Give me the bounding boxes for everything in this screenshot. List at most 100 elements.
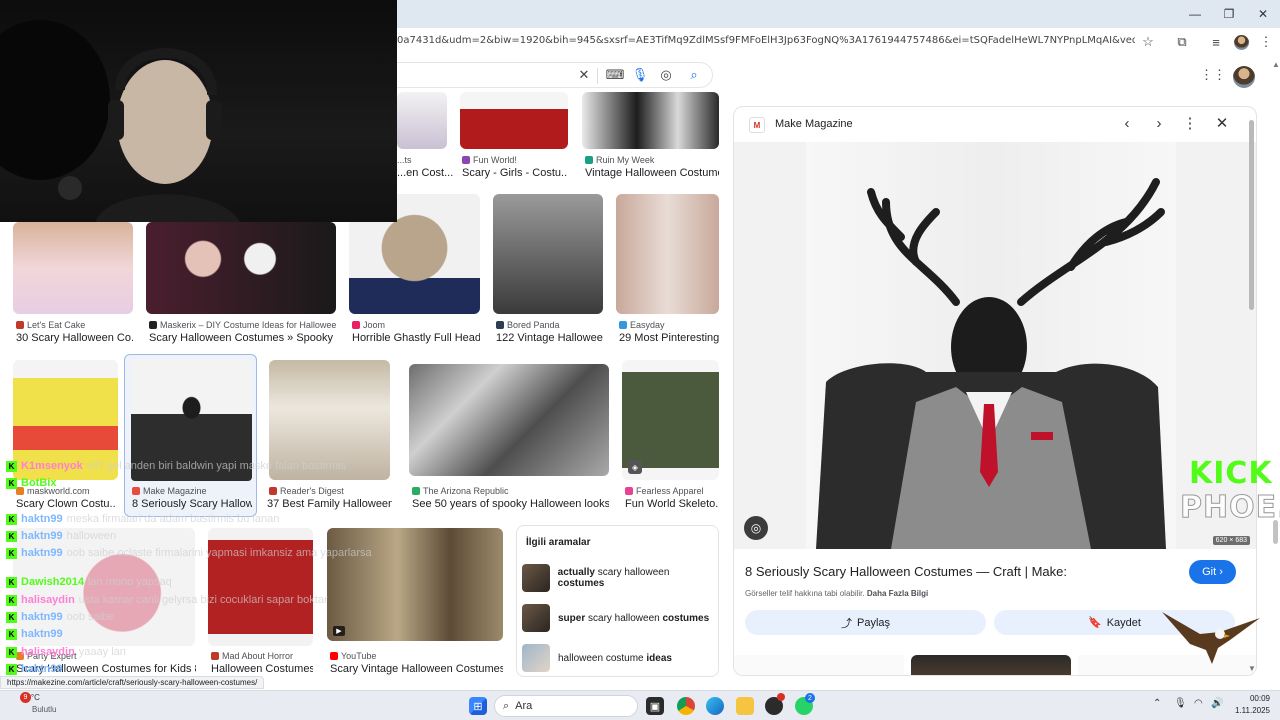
chrome-icon[interactable] bbox=[677, 697, 695, 715]
image-source: Reader's Digest bbox=[269, 486, 390, 496]
close-preview-icon[interactable]: ✕ bbox=[1212, 113, 1232, 133]
profile-avatar[interactable] bbox=[1234, 35, 1249, 50]
microphone-icon[interactable]: 🎙 bbox=[1174, 698, 1187, 709]
related-search-item[interactable]: actually scary halloween costumes bbox=[522, 563, 717, 593]
image-title[interactable]: See 50 years of spooky Halloween looks i… bbox=[412, 498, 609, 510]
chat-message: K K1msenyok all? gel anden biri baldwin ya… bbox=[6, 460, 346, 472]
edge-icon[interactable] bbox=[706, 697, 724, 715]
page-scroll-up[interactable]: ▲ bbox=[1272, 60, 1280, 69]
clock-time[interactable]: 00:09 bbox=[1230, 694, 1270, 703]
image-title[interactable]: Halloween Costumes... bbox=[211, 663, 313, 675]
lens-icon[interactable]: ◎ bbox=[656, 65, 676, 85]
tray-overflow-icon[interactable]: ⌃ bbox=[1153, 698, 1161, 709]
bookmark-star-icon[interactable]: ☆ bbox=[1138, 32, 1158, 52]
chat-message: Khalisaydin usta kamar canli gelyrsa bizi… bbox=[6, 594, 328, 606]
clear-search-icon[interactable]: ✕ bbox=[574, 65, 594, 85]
image-result-thumb[interactable] bbox=[208, 528, 313, 646]
image-title[interactable]: 122 Vintage Hallowee... bbox=[496, 332, 603, 344]
panel-scrollbar[interactable] bbox=[1249, 120, 1254, 310]
image-source: Let's Eat Cake bbox=[16, 320, 133, 330]
google-account-avatar[interactable] bbox=[1233, 66, 1255, 88]
preview-image bbox=[816, 178, 1166, 549]
related-image-thumb[interactable] bbox=[911, 655, 1071, 675]
image-source: The Arizona Republic bbox=[412, 486, 609, 496]
chat-message: Khaktn99 meska firmalari da adam bastirmi… bbox=[6, 513, 279, 525]
kick-badge-icon: K bbox=[6, 530, 17, 542]
clock-date: 1.11.2025 bbox=[1235, 706, 1270, 715]
windows-start-icon[interactable]: ⊞ bbox=[469, 697, 487, 715]
restore-button[interactable]: ❐ bbox=[1212, 0, 1246, 28]
address-bar[interactable]: 0a7431d&udm=2&biw=1920&bih=945&sxsrf=AE3… bbox=[397, 35, 1135, 46]
preview-image-frame[interactable]: ◎ 620 × 683 bbox=[734, 142, 1256, 549]
image-source: Mad About Horror bbox=[211, 651, 313, 661]
chat-message: Khalisaydin yaaay lan bbox=[6, 646, 126, 658]
image-preview-panel: M Make Magazine ‹ › ⋮ ✕ ◎ 620 × 683 8 Se… bbox=[733, 106, 1257, 676]
copyright-note: Görseller telif hakkına tabi olabilir. D… bbox=[745, 589, 929, 598]
visit-button[interactable]: Git › bbox=[1189, 560, 1236, 584]
image-result-thumb[interactable]: ▶ bbox=[327, 528, 503, 641]
voice-search-icon[interactable]: 🎙 bbox=[630, 65, 650, 85]
lens-search-icon[interactable]: ◎ bbox=[744, 516, 768, 540]
image-result-thumb[interactable] bbox=[493, 194, 603, 314]
preview-source[interactable]: Make Magazine bbox=[775, 118, 853, 130]
image-title[interactable]: 8 Seriously Scary Hallow... bbox=[132, 498, 252, 510]
image-result-thumb[interactable] bbox=[146, 222, 336, 314]
file-explorer-icon[interactable] bbox=[736, 697, 754, 715]
extensions-icon[interactable]: ⧉ bbox=[1172, 32, 1192, 52]
apps-grid-icon[interactable]: ⋮⋮ bbox=[1200, 65, 1226, 85]
task-view-icon[interactable]: ▣ bbox=[646, 697, 664, 715]
image-title[interactable]: ...en Cost... bbox=[397, 167, 457, 179]
image-result-thumb[interactable] bbox=[397, 92, 447, 149]
related-search-item[interactable]: halloween costume ideas bbox=[522, 643, 717, 673]
search-icon[interactable]: ⌕ bbox=[684, 65, 704, 85]
image-result-thumb[interactable]: ◈ bbox=[622, 360, 719, 480]
share-button[interactable]: ⤴ Paylaş bbox=[745, 610, 986, 635]
image-title[interactable]: Horrible Ghastly Full Head... bbox=[352, 332, 480, 344]
image-title[interactable]: Scary Clown Costu... bbox=[16, 498, 116, 510]
bookmark-icon: 🔖 bbox=[1088, 617, 1102, 629]
image-title[interactable]: 37 Best Family Halloween ... bbox=[267, 498, 392, 510]
taskbar-search-label: Ara bbox=[515, 700, 533, 712]
image-result-thumb[interactable] bbox=[616, 194, 719, 314]
image-result-thumb[interactable] bbox=[582, 92, 719, 149]
image-result-thumb[interactable] bbox=[409, 364, 609, 476]
image-title[interactable]: Scary - Girls - Costu... bbox=[462, 167, 568, 179]
previous-icon[interactable]: ‹ bbox=[1117, 113, 1137, 133]
image-result-thumb[interactable] bbox=[13, 222, 133, 314]
image-result-thumb[interactable] bbox=[460, 92, 568, 149]
taskbar-search[interactable]: ⌕ Ara bbox=[494, 695, 638, 717]
eagle-overlay bbox=[1162, 612, 1260, 664]
minimize-button[interactable]: — bbox=[1178, 0, 1212, 28]
image-title[interactable]: Fun World Skeleto... bbox=[625, 498, 719, 510]
more-info-link[interactable]: Daha Fazla Bilgi bbox=[867, 589, 928, 598]
more-options-icon[interactable]: ⋮ bbox=[1180, 113, 1200, 133]
chat-message: K Dawish2014 lan mono yapsaq bbox=[6, 576, 172, 588]
weather-desc: Bulutlu bbox=[32, 705, 57, 714]
kick-badge-icon: K bbox=[6, 628, 17, 640]
search-icon: ⌕ bbox=[503, 699, 510, 712]
keyboard-icon[interactable]: ⌨ bbox=[605, 65, 625, 85]
wifi-icon[interactable]: ◠ bbox=[1194, 698, 1203, 709]
image-title[interactable]: Vintage Halloween Costume... bbox=[585, 167, 719, 179]
image-source: YouTube bbox=[330, 651, 503, 661]
image-title[interactable]: Scary Halloween Costumes » Spooky DI... bbox=[149, 332, 336, 344]
divider bbox=[597, 68, 598, 84]
image-source: Bored Panda bbox=[496, 320, 603, 330]
image-source: Ruin My Week bbox=[585, 155, 719, 165]
media-controls-icon[interactable]: ≡ bbox=[1206, 32, 1226, 52]
webcam-overlay bbox=[0, 0, 397, 222]
related-heading: İlgili aramalar bbox=[526, 537, 591, 548]
image-title[interactable]: 30 Scary Halloween Co... bbox=[16, 332, 133, 344]
related-search-item[interactable]: super scary halloween costumes bbox=[522, 603, 717, 633]
image-title[interactable]: Scary Vintage Halloween Costumes -... bbox=[330, 663, 503, 675]
chrome-menu-icon[interactable]: ⋮ bbox=[1256, 32, 1276, 52]
close-window-button[interactable]: ✕ bbox=[1246, 0, 1280, 28]
kick-logo: KICK bbox=[1189, 456, 1273, 491]
image-title[interactable]: 29 Most Pinteresting... bbox=[619, 332, 719, 344]
next-icon[interactable]: › bbox=[1149, 113, 1169, 133]
kick-badge-icon: K bbox=[6, 611, 17, 623]
window-controls: — ❐ ✕ bbox=[1178, 0, 1280, 28]
related-image-thumb[interactable] bbox=[734, 655, 904, 675]
chat-message: Khaktn99 halloween bbox=[6, 530, 116, 542]
preview-title[interactable]: 8 Seriously Scary Halloween Costumes — C… bbox=[745, 564, 1067, 579]
